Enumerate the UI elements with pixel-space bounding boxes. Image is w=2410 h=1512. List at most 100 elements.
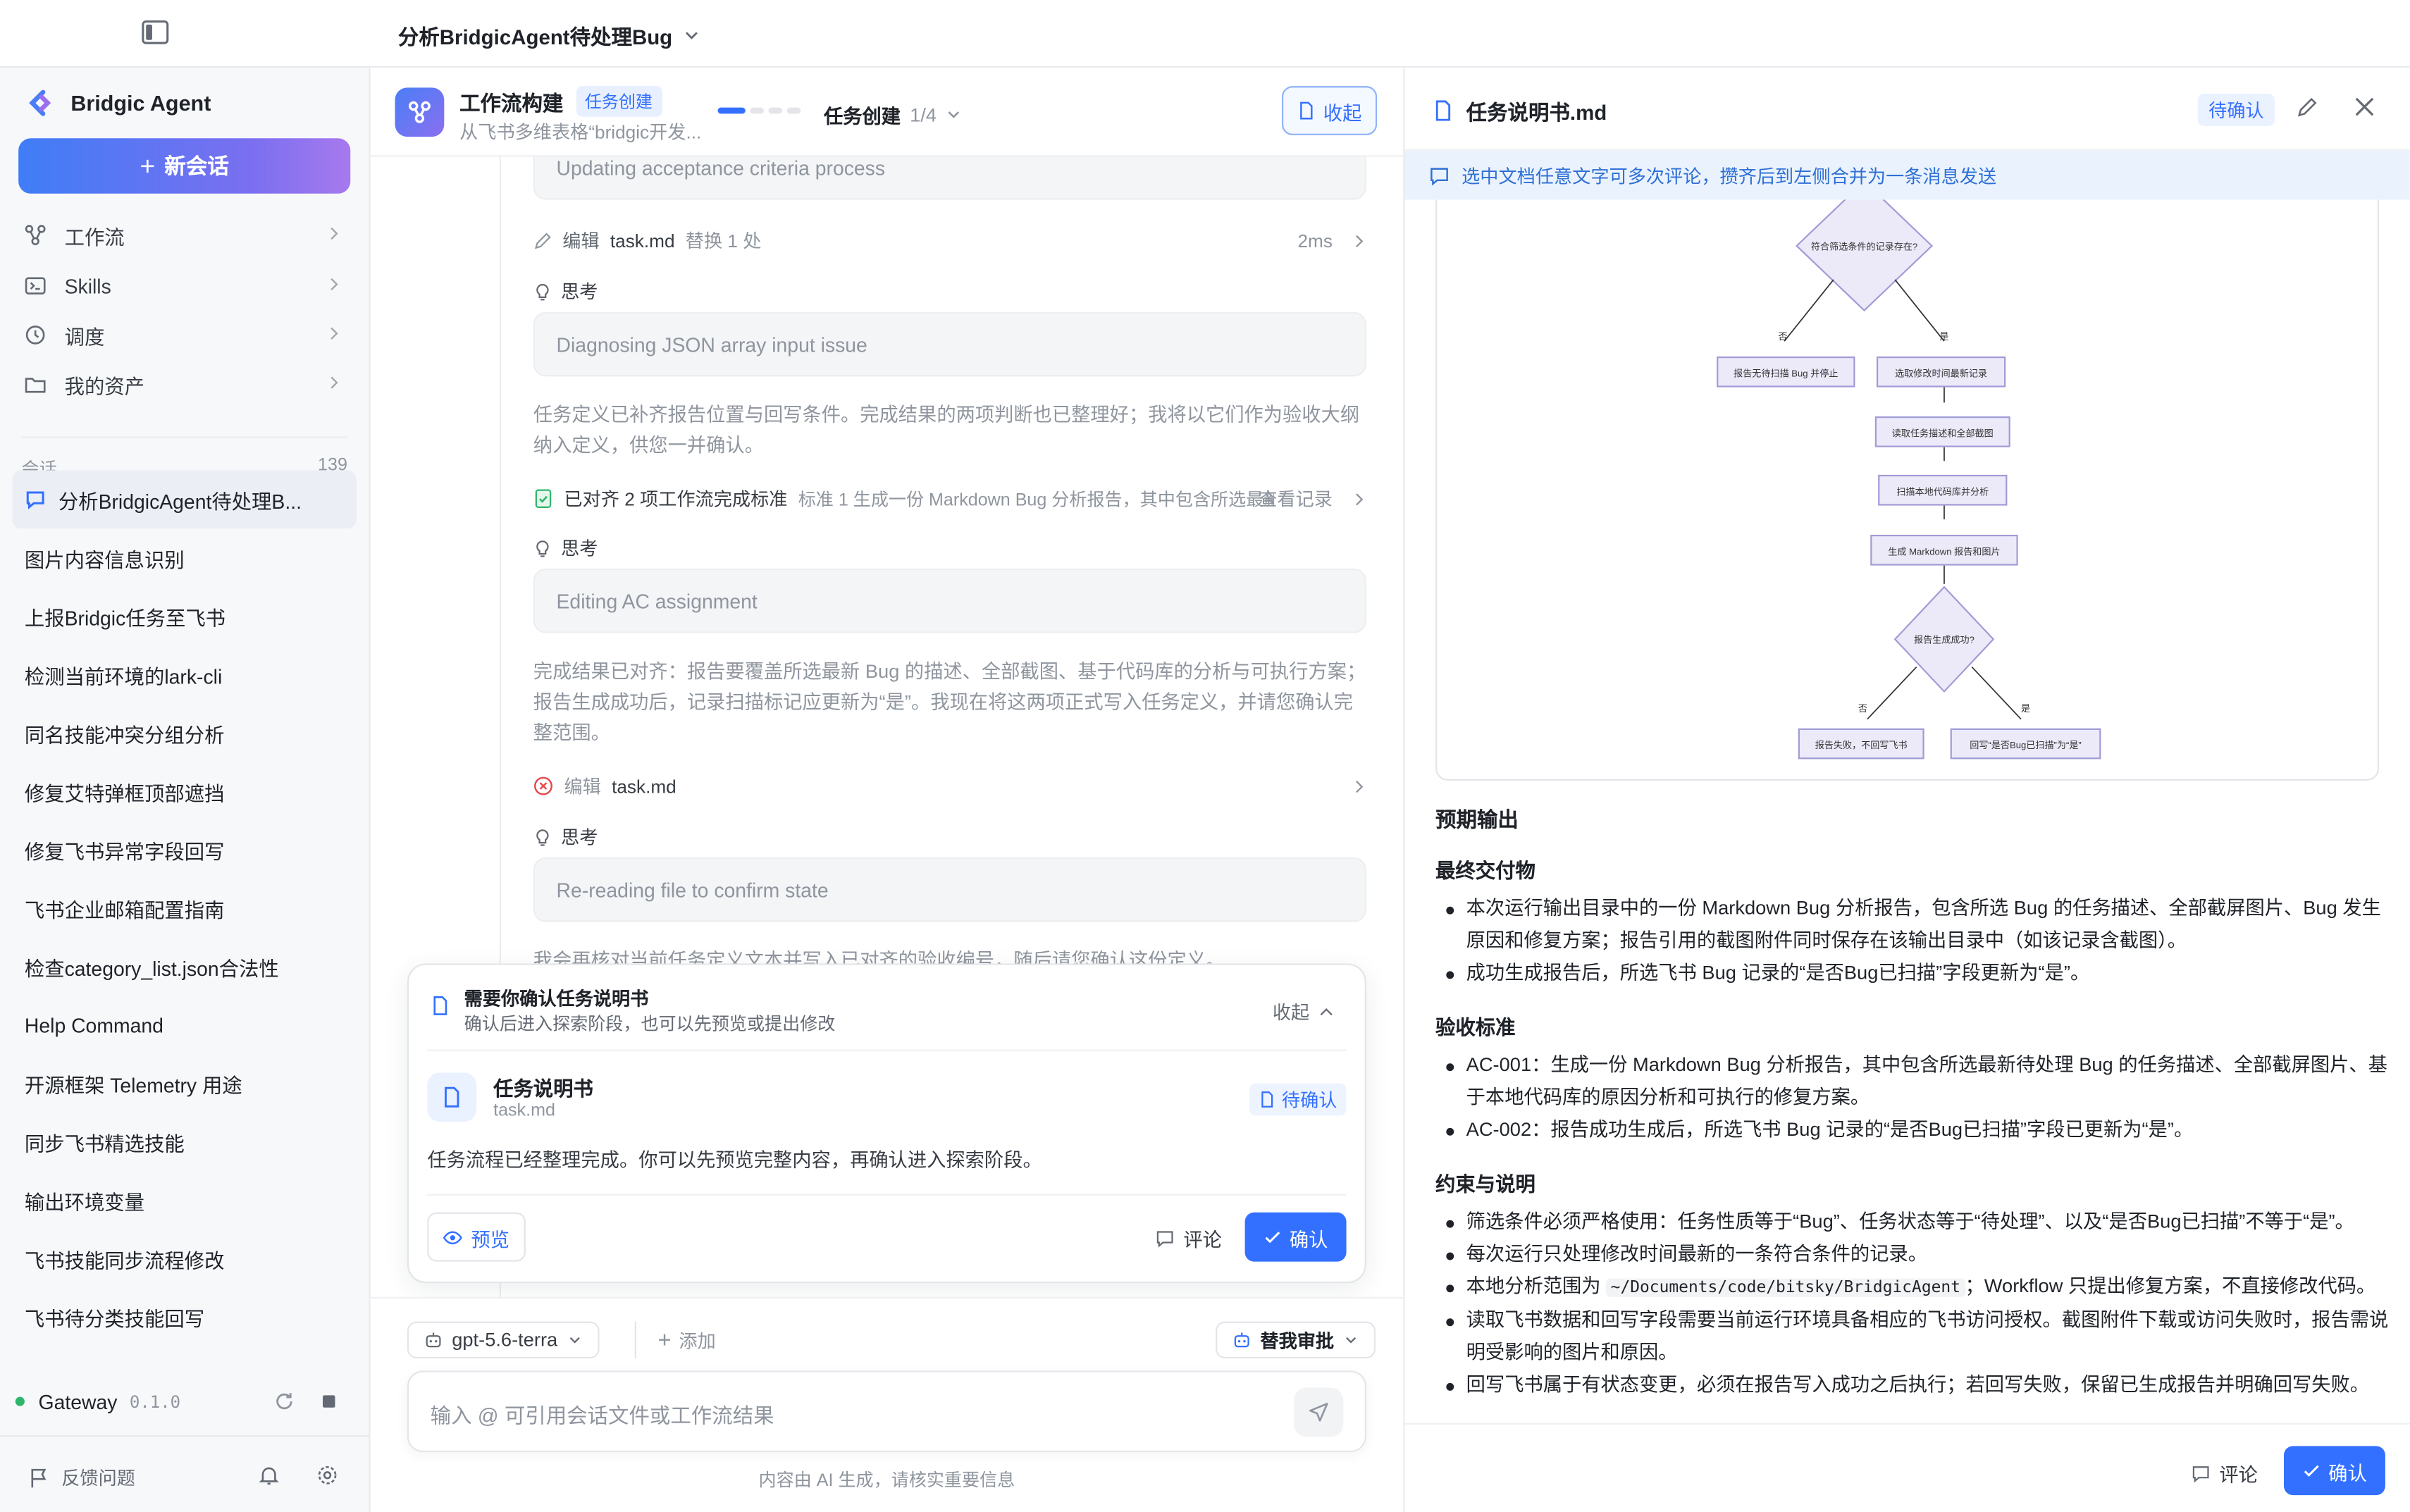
comment-button[interactable]: 评论 xyxy=(1156,1223,1222,1252)
auto-approve-selector[interactable]: 替我审批 xyxy=(1216,1321,1376,1359)
document-icon xyxy=(1300,101,1313,120)
session-label: 开源框架 Telemetry 用途 xyxy=(24,1073,242,1097)
flag-icon xyxy=(31,1468,47,1487)
aligned-criteria-row[interactable]: 已对齐 2 项工作流完成标准 标准 1 生成一份 Markdown Bug 分析… xyxy=(533,485,1366,512)
session-item[interactable]: 修复艾特弹框顶部遮挡 xyxy=(12,762,357,821)
chevron-up-icon xyxy=(1320,1007,1333,1015)
list-text: 本地分析范围为 xyxy=(1466,1275,1607,1297)
send-button[interactable] xyxy=(1294,1387,1344,1437)
nav-skills-label: Skills xyxy=(64,274,111,298)
session-item[interactable]: 飞书技能同步流程修改 xyxy=(12,1229,357,1288)
bell-icon[interactable] xyxy=(258,1464,280,1486)
session-label: 飞书企业邮箱配置指南 xyxy=(24,898,225,922)
model-selector[interactable]: gpt-5.6-terra xyxy=(407,1321,600,1359)
new-chat-button[interactable]: + 新会话 xyxy=(18,138,351,194)
session-item[interactable]: 同步飞书精选技能 xyxy=(12,1113,357,1171)
gateway-version: 0.1.0 xyxy=(129,1391,181,1412)
session-item[interactable]: 同名技能冲突分组分析 xyxy=(12,704,357,762)
sidebar-toggle-icon[interactable] xyxy=(142,20,169,44)
sidebar: Bridgic Agent + 新会话 工作流 Skills 调度 我的资产 会 xyxy=(0,67,371,1512)
edit-action: 编辑 xyxy=(564,776,601,798)
nav-assets[interactable]: 我的资产 xyxy=(25,363,341,406)
list-item: 本次运行输出目录中的一份 Markdown Bug 分析报告，包含所选 Bug … xyxy=(1435,893,2388,958)
comment-hint-text: 选中文档任意文字可多次评论，攒齐后到左侧合并为一条消息发送 xyxy=(1462,165,1997,187)
edit-pencil-icon[interactable] xyxy=(2296,97,2318,118)
flow-node: 读取任务描述和全部截图 xyxy=(1874,416,2010,447)
edit-action: 编辑 xyxy=(562,230,600,252)
progress-segment-done xyxy=(717,107,746,114)
chevron-right-icon xyxy=(330,278,338,291)
lightbulb-icon xyxy=(536,540,549,557)
terminal-icon xyxy=(25,277,46,295)
file-path: task.md xyxy=(493,1101,555,1120)
task-file-item[interactable]: 任务说明书 task.md 待确认 xyxy=(427,1070,1347,1131)
nav-workflow[interactable]: 工作流 xyxy=(25,213,341,256)
view-record-link[interactable]: 查看记录 xyxy=(1259,485,1333,512)
settings-gear-icon[interactable] xyxy=(316,1464,338,1486)
message-composer[interactable]: 输入 @ 可引用会话文件或工作流结果 xyxy=(407,1370,1366,1453)
session-item[interactable]: 检查category_list.json合法性 xyxy=(12,937,357,996)
session-label: 同名技能冲突分组分析 xyxy=(24,723,225,746)
list-item: 每次运行只处理修改时间最新的一条符合条件的记录。 xyxy=(1435,1239,2388,1271)
document-body: 预期输出 最终交付物 本次运行输出目录中的一份 Markdown Bug 分析报… xyxy=(1435,802,2388,1423)
thinking-text: Editing AC assignment xyxy=(556,589,758,613)
feedback-button[interactable]: 反馈问题 xyxy=(27,1464,135,1490)
brand[interactable]: Bridgic Agent xyxy=(27,89,211,116)
session-item[interactable]: 飞书待分类技能回写 xyxy=(12,1288,357,1346)
pending-badge: 待确认 xyxy=(2197,94,2275,126)
session-label: 输出环境变量 xyxy=(24,1190,145,1213)
session-item[interactable]: 修复飞书异常字段回写 xyxy=(12,821,357,879)
edge-label-no: 否 xyxy=(1778,333,1788,343)
ai-disclaimer: 内容由 AI 生成，请核实重要信息 xyxy=(758,1472,1015,1491)
comment-button[interactable]: 评论 xyxy=(2192,1458,2258,1487)
list-item: 读取飞书数据和回写字段需要当前运行环境具备相应的飞书访问授权。截图附件下载或访问… xyxy=(1435,1305,2388,1370)
list-item: 本地分析范围为 ~/Documents/code/bitsky/BridgicA… xyxy=(1435,1271,2388,1305)
nav-skills[interactable]: Skills xyxy=(25,264,341,307)
session-item[interactable]: 图片内容信息识别 xyxy=(12,528,357,587)
collapse-button[interactable]: 收起 xyxy=(1281,86,1378,135)
edit-file: task.md xyxy=(612,775,676,797)
think-label: 思考 xyxy=(561,538,598,559)
session-item[interactable]: 上报Bridgic任务至飞书 xyxy=(12,587,357,645)
chevron-down-icon xyxy=(684,32,697,39)
add-attachment-button[interactable]: + 添加 xyxy=(634,1321,716,1359)
thinking-box: Editing AC assignment xyxy=(533,568,1366,633)
think-label: 思考 xyxy=(561,826,598,848)
session-label: 飞书技能同步流程修改 xyxy=(24,1248,225,1272)
session-item[interactable]: 输出环境变量 xyxy=(12,1171,357,1229)
send-icon xyxy=(1309,1403,1328,1422)
chat-icon xyxy=(26,491,44,509)
think-header: 思考 xyxy=(533,535,598,561)
preview-button[interactable]: 预览 xyxy=(427,1212,526,1262)
stop-icon[interactable] xyxy=(323,1395,335,1408)
workflow-stage-badge: 任务创建 xyxy=(575,86,662,117)
chevron-down-icon xyxy=(948,111,960,118)
edit-step-row[interactable]: 编辑 task.md 替换 1 处 2ms xyxy=(533,228,1366,254)
session-item-active[interactable]: 分析BridgicAgent待处理B... xyxy=(12,470,357,529)
conversation-title[interactable]: 分析BridgicAgent待处理Bug xyxy=(398,20,700,51)
top-bar: 分析BridgicAgent待处理Bug xyxy=(0,0,2410,68)
list-item: AC-001：生成一份 Markdown Bug 分析报告，其中包含所选最新待处… xyxy=(1435,1050,2388,1115)
stage-progress xyxy=(717,107,801,114)
stage-selector[interactable]: 任务创建 1/4 xyxy=(824,100,963,129)
edit-step-row-failed[interactable]: 编辑 task.md xyxy=(533,773,1366,799)
workflow-header: 工作流构建 任务创建 从飞书多维表格“bridgic开发... 任务创建 1/4… xyxy=(370,67,1404,157)
session-item[interactable]: 飞书企业邮箱配置指南 xyxy=(12,879,357,938)
confirm-card-title: 需要你确认任务说明书 xyxy=(464,988,649,1010)
comment-label: 评论 xyxy=(2219,1464,2258,1487)
session-item[interactable]: Help Command xyxy=(12,996,357,1054)
session-item[interactable]: 检测当前环境的lark-cli xyxy=(12,645,357,704)
refresh-icon[interactable] xyxy=(273,1391,295,1413)
list-item: 成功生成报告后，所选飞书 Bug 记录的“是否Bug已扫描”字段更新为“是”。 xyxy=(1435,958,2388,990)
deliverables-list: 本次运行输出目录中的一份 Markdown Bug 分析报告，包含所选 Bug … xyxy=(1435,893,2388,989)
message-input[interactable]: 输入 @ 可引用会话文件或工作流结果 xyxy=(431,1399,774,1430)
confirm-button[interactable]: 确认 xyxy=(2283,1446,2385,1496)
edit-detail: 替换 1 处 xyxy=(685,230,762,252)
aligned-text: 已对齐 2 项工作流完成标准 xyxy=(564,488,788,511)
close-icon[interactable] xyxy=(2353,95,2376,118)
nav-schedule[interactable]: 调度 xyxy=(25,314,341,357)
confirm-button[interactable]: 确认 xyxy=(1244,1212,1347,1262)
session-item[interactable]: 开源框架 Telemetry 用途 xyxy=(12,1054,357,1113)
card-collapse-button[interactable]: 收起 xyxy=(1273,999,1334,1025)
document-icon xyxy=(1435,100,1451,121)
